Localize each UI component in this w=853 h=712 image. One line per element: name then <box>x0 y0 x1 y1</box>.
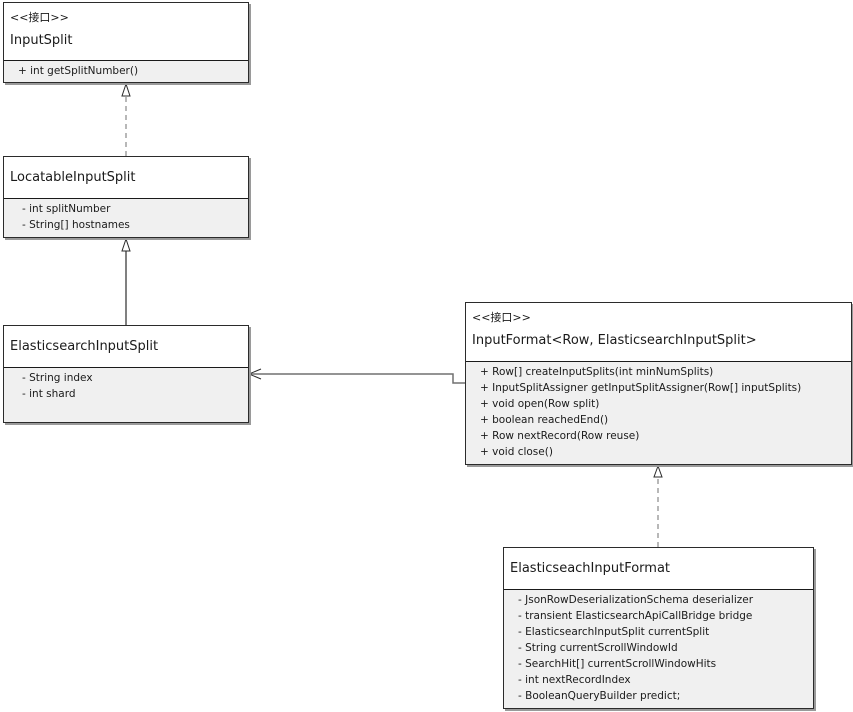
class-name: InputFormat<Row, ElasticsearchInputSplit… <box>472 333 757 348</box>
stereotype-label: <<接口>> <box>10 11 69 24</box>
member-field: - String[] hostnames <box>22 219 130 231</box>
class-box-input-format[interactable]: <<接口>> InputFormat<Row, ElasticsearchInp… <box>465 302 852 465</box>
class-box-elasticsearch-input-split[interactable]: ElasticsearchInputSplit - String index -… <box>3 325 249 423</box>
class-header: <<接口>> InputFormat<Row, ElasticsearchInp… <box>466 303 851 362</box>
members-compartment: - String index - int shard <box>4 368 248 422</box>
member-method: + InputSplitAssigner getInputSplitAssign… <box>480 382 802 394</box>
association-line <box>249 373 465 384</box>
members-compartment: + int getSplitNumber() <box>4 61 248 82</box>
member-method: + Row nextRecord(Row reuse) <box>480 430 640 442</box>
member-field: - JsonRowDeserializationSchema deseriali… <box>518 594 754 606</box>
member-field: - BooleanQueryBuilder predict; <box>518 690 681 702</box>
relation-inputformat-uses-essplit <box>247 368 465 384</box>
class-header: LocatableInputSplit <box>4 157 248 199</box>
member-field: - ElasticsearchInputSplit currentSplit <box>518 626 710 638</box>
member-method: + boolean reachedEnd() <box>480 414 609 426</box>
member-field: - transient ElasticsearchApiCallBridge b… <box>518 610 753 622</box>
member-method: + void close() <box>480 446 553 458</box>
class-name: InputSplit <box>10 33 73 48</box>
member-field: - int nextRecordIndex <box>518 674 631 686</box>
member-field: - int shard <box>22 388 76 400</box>
class-header: ElasticseachInputFormat <box>504 548 813 590</box>
class-box-input-split[interactable]: <<接口>> InputSplit + int getSplitNumber() <box>3 2 249 83</box>
member-method: + void open(Row split) <box>480 398 600 410</box>
member-method: + Row[] createInputSplits(int minNumSpli… <box>480 366 714 378</box>
member-method: + int getSplitNumber() <box>18 65 139 77</box>
class-name: ElasticsearchInputSplit <box>10 339 159 354</box>
class-header: <<接口>> InputSplit <box>4 3 248 61</box>
members-compartment: - int splitNumber - String[] hostnames <box>4 199 248 237</box>
class-header: ElasticsearchInputSplit <box>4 326 248 368</box>
relation-esformat-realizes-inputformat <box>653 464 663 547</box>
hollow-triangle-arrowhead <box>121 82 131 97</box>
relation-locatable-realizes-inputsplit <box>121 82 131 156</box>
class-name: ElasticseachInputFormat <box>510 561 671 576</box>
member-field: - SearchHit[] currentScrollWindowHits <box>518 658 717 670</box>
member-field: - String currentScrollWindowId <box>518 642 678 654</box>
class-name: LocatableInputSplit <box>10 170 136 185</box>
member-field: - int splitNumber <box>22 203 111 215</box>
hollow-triangle-arrowhead <box>653 464 663 478</box>
members-compartment: - JsonRowDeserializationSchema deseriali… <box>504 590 813 708</box>
stereotype-label: <<接口>> <box>472 311 531 324</box>
class-box-elasticseach-input-format[interactable]: ElasticseachInputFormat - JsonRowDeseria… <box>503 547 814 709</box>
class-box-locatable-input-split[interactable]: LocatableInputSplit - int splitNumber - … <box>3 156 249 238</box>
members-compartment: + Row[] createInputSplits(int minNumSpli… <box>466 362 851 464</box>
relation-essplit-extends-locatable <box>121 237 131 325</box>
hollow-triangle-arrowhead <box>121 237 131 252</box>
member-field: - String index <box>22 372 93 384</box>
